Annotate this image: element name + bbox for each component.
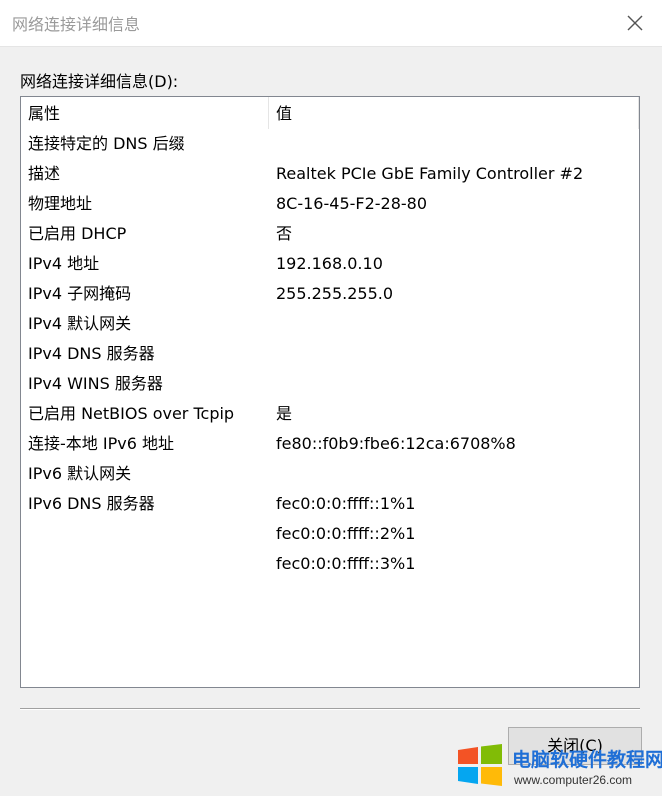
table-row[interactable]: 已启用 NetBIOS over Tcpip 是 (21, 399, 639, 429)
table-row[interactable]: 连接特定的 DNS 后缀 (21, 129, 639, 159)
table-row[interactable]: 已启用 DHCP 否 (21, 219, 639, 249)
windows-logo-icon (458, 744, 502, 786)
column-header-property[interactable]: 属性 (21, 97, 269, 129)
property-cell: IPv6 默认网关 (28, 464, 132, 483)
details-listview[interactable]: 属性 值 连接特定的 DNS 后缀 描述 Realtek PCIe GbE Fami… (20, 96, 640, 688)
property-cell: 物理地址 (28, 194, 93, 213)
table-row[interactable]: IPv4 子网掩码 255.255.255.0 (21, 279, 639, 309)
table-row[interactable]: IPv4 默认网关 (21, 309, 639, 339)
close-window-button[interactable] (618, 6, 652, 40)
title-bar: 网络连接详细信息 (0, 0, 662, 47)
table-row[interactable]: fec0:0:0:ffff::3%1 (21, 549, 639, 579)
property-cell: 连接特定的 DNS 后缀 (28, 134, 185, 153)
table-row[interactable]: 描述 Realtek PCIe GbE Family Controller #2 (21, 159, 639, 189)
value-cell: fe80::f0b9:fbe6:12ca:6708%8 (276, 434, 516, 453)
table-row[interactable]: IPv6 默认网关 (21, 459, 639, 489)
divider (20, 708, 640, 710)
property-cell: IPv4 默认网关 (28, 314, 132, 333)
table-row[interactable]: IPv6 DNS 服务器 fec0:0:0:ffff::1%1 (21, 489, 639, 519)
value-cell: 255.255.255.0 (276, 284, 394, 303)
value-cell: fec0:0:0:ffff::2%1 (276, 524, 416, 543)
property-cell: IPv6 DNS 服务器 (28, 494, 155, 513)
property-cell: IPv4 子网掩码 (28, 284, 132, 303)
property-cell: 已启用 DHCP (28, 224, 127, 243)
window-title: 网络连接详细信息 (12, 15, 141, 34)
value-cell: fec0:0:0:ffff::1%1 (276, 494, 416, 513)
table-row[interactable]: 连接-本地 IPv6 地址 fe80::f0b9:fbe6:12ca:6708%8 (21, 429, 639, 459)
property-cell: IPv4 地址 (28, 254, 100, 273)
table-row[interactable]: IPv4 WINS 服务器 (21, 369, 639, 399)
value-cell: Realtek PCIe GbE Family Controller #2 (276, 164, 584, 183)
table-row[interactable]: fec0:0:0:ffff::2%1 (21, 519, 639, 549)
value-cell: fec0:0:0:ffff::3%1 (276, 554, 416, 573)
watermark-text: 电脑软硬件教程网 (512, 749, 662, 771)
table-row[interactable]: IPv4 DNS 服务器 (21, 339, 639, 369)
table-row[interactable]: IPv4 地址 192.168.0.10 (21, 249, 639, 279)
value-cell: 8C-16-45-F2-28-80 (276, 194, 428, 213)
close-icon (627, 15, 643, 31)
details-label: 网络连接详细信息(D): (20, 72, 179, 91)
list-header: 属性 值 (21, 97, 639, 129)
value-cell: 否 (276, 224, 293, 243)
property-cell: IPv4 WINS 服务器 (28, 374, 163, 393)
property-cell: 描述 (28, 164, 61, 183)
list-rows: 连接特定的 DNS 后缀 描述 Realtek PCIe GbE Family Co… (21, 129, 639, 579)
property-cell: IPv4 DNS 服务器 (28, 344, 155, 363)
watermark-url: www.computer26.com (514, 773, 633, 787)
value-cell: 是 (276, 404, 293, 423)
column-header-value[interactable]: 值 (269, 97, 639, 129)
watermark: 电脑软硬件教程网 www.computer26.com (456, 716, 662, 796)
value-cell: 192.168.0.10 (276, 254, 383, 273)
property-cell: 已启用 NetBIOS over Tcpip (28, 404, 235, 423)
table-row[interactable]: 物理地址 8C-16-45-F2-28-80 (21, 189, 639, 219)
property-cell: 连接-本地 IPv6 地址 (28, 434, 174, 453)
